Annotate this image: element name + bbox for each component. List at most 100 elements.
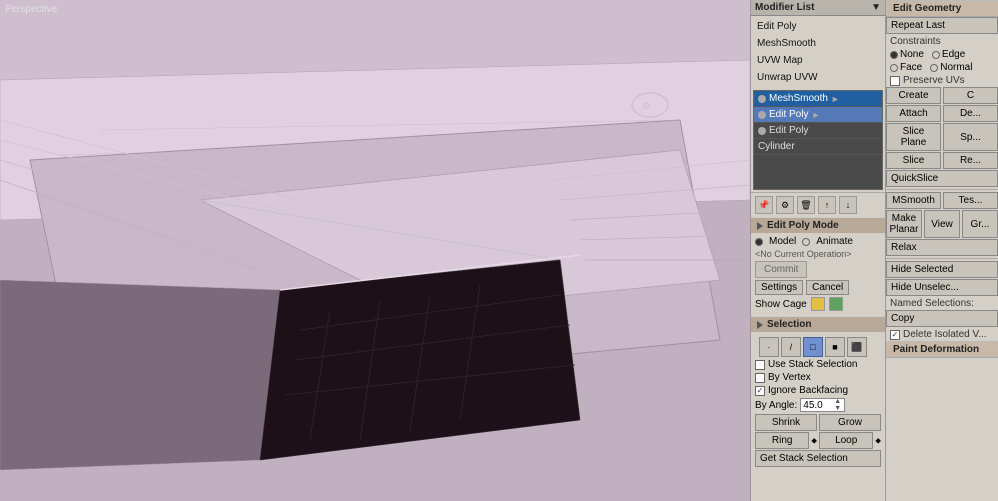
- div-1: [886, 189, 998, 190]
- pin-btn[interactable]: 📌: [755, 196, 773, 214]
- collapse-btn[interactable]: C: [943, 87, 998, 104]
- eg-title: Edit Geometry: [893, 3, 961, 14]
- element-sel-btn[interactable]: ⬛: [847, 337, 867, 357]
- settings-cancel-row: Settings Cancel: [755, 280, 881, 295]
- quick-edit-poly-label: Edit Poly: [757, 21, 796, 32]
- animate-radio[interactable]: [802, 238, 810, 246]
- none-constraint[interactable]: None: [890, 49, 924, 60]
- modifier-panel: Modifier List ▼ Edit Poly MeshSmooth UVW…: [750, 0, 885, 501]
- stack-edit-poly-1[interactable]: Edit Poly ►: [754, 107, 882, 123]
- by-angle-row: By Angle: 45.0 ▲ ▼: [755, 398, 881, 412]
- poly-sel-btn[interactable]: ■: [825, 337, 845, 357]
- normal-constraint[interactable]: Normal: [930, 62, 972, 73]
- make-planar-btn[interactable]: Make Planar: [886, 210, 922, 238]
- paint-deformation-header[interactable]: Paint Deformation: [886, 341, 998, 358]
- msmooth-tes-row: MSmooth Tes...: [886, 192, 998, 209]
- ring-btn[interactable]: Ring: [755, 432, 809, 449]
- quick-edit-poly[interactable]: Edit Poly: [753, 18, 883, 35]
- view-btn[interactable]: View: [924, 210, 960, 238]
- quick-access-list: Edit Poly MeshSmooth UVW Map Unwrap UVW: [751, 16, 885, 88]
- loop-btn[interactable]: Loop: [819, 432, 873, 449]
- slice-plane-btn[interactable]: Slice Plane: [886, 123, 941, 151]
- delete-btn[interactable]: 🗑: [797, 196, 815, 214]
- relax-btn[interactable]: Relax: [886, 239, 998, 256]
- edge-constraint[interactable]: Edge: [932, 49, 965, 60]
- move-down-btn[interactable]: ↓: [839, 196, 857, 214]
- reset-plane-btn[interactable]: Re...: [943, 152, 998, 169]
- move-up-btn[interactable]: ↑: [818, 196, 836, 214]
- stack-edit-poly-2[interactable]: Edit Poly: [754, 123, 882, 139]
- align-btn[interactable]: Gr...: [962, 210, 998, 238]
- edge-radio[interactable]: [932, 51, 940, 59]
- face-constraint[interactable]: Face: [890, 62, 922, 73]
- split-btn[interactable]: Sp...: [943, 123, 998, 151]
- edit-poly-mode-header[interactable]: Edit Poly Mode: [751, 217, 885, 233]
- angle-down[interactable]: ▼: [834, 405, 844, 412]
- stack-cylinder[interactable]: Cylinder: [754, 139, 882, 155]
- constraints-options-2: Face Normal: [886, 61, 998, 74]
- constraints-options: None Edge: [886, 48, 998, 61]
- create-btn[interactable]: Create: [886, 87, 941, 104]
- preserve-uvs-cb[interactable]: [890, 76, 900, 86]
- modifier-stack: MeshSmooth ► Edit Poly ► Edit Poly Cylin…: [753, 90, 883, 190]
- copy-btn[interactable]: Copy: [886, 310, 998, 327]
- operation-label: <No Current Operation>: [755, 249, 852, 259]
- named-sel-label: Named Selections:: [886, 297, 998, 310]
- face-label: Face: [900, 62, 922, 73]
- quickslice-btn[interactable]: QuickSlice: [886, 170, 998, 187]
- by-vertex-cb[interactable]: [755, 373, 765, 383]
- angle-spinner[interactable]: 45.0 ▲ ▼: [800, 398, 845, 412]
- cage-color-2[interactable]: [829, 297, 843, 311]
- commit-row: Commit: [755, 261, 881, 278]
- modifier-list-title: Modifier List: [755, 2, 814, 13]
- commit-btn[interactable]: Commit: [755, 261, 807, 278]
- none-radio[interactable]: [890, 51, 898, 59]
- edit-poly-mode-content: Model Animate <No Current Operation> Com…: [751, 233, 885, 316]
- preserve-uvs-row: Preserve UVs: [886, 74, 998, 87]
- cancel-btn[interactable]: Cancel: [806, 280, 849, 295]
- quick-uvw-map[interactable]: UVW Map: [753, 52, 883, 69]
- use-stack-cb[interactable]: [755, 360, 765, 370]
- ignore-bf-label: Ignore Backfacing: [768, 385, 848, 396]
- ignore-bf-cb[interactable]: [755, 386, 765, 396]
- msmooth-btn[interactable]: MSmooth: [886, 192, 941, 209]
- angle-up[interactable]: ▲: [834, 398, 844, 405]
- stack-eye-meshsmooth: [758, 95, 766, 103]
- detach-btn[interactable]: De...: [943, 105, 998, 122]
- slice-btn[interactable]: Slice: [886, 152, 941, 169]
- selection-title: Selection: [767, 319, 811, 330]
- edit-geometry-panel: Edit Geometry Repeat Last Constraints No…: [885, 0, 998, 501]
- settings-btn[interactable]: Settings: [755, 280, 803, 295]
- repeat-last-btn[interactable]: Repeat Last: [886, 17, 998, 34]
- get-stack-btn[interactable]: Get Stack Selection: [755, 450, 881, 467]
- model-radio[interactable]: [755, 238, 763, 246]
- stack-meshsmooth[interactable]: MeshSmooth ►: [754, 91, 882, 107]
- ignore-backfacing-row: Ignore Backfacing: [755, 385, 881, 396]
- selection-header[interactable]: Selection: [751, 316, 885, 332]
- quick-meshsmooth[interactable]: MeshSmooth: [753, 35, 883, 52]
- model-animate-row: Model Animate: [755, 236, 881, 247]
- vertex-sel-btn[interactable]: ·: [759, 337, 779, 357]
- animate-label: Animate: [816, 236, 853, 247]
- grow-btn[interactable]: Grow: [819, 414, 881, 431]
- edge-sel-btn[interactable]: /: [781, 337, 801, 357]
- hide-unsel-btn[interactable]: Hide Unselec...: [886, 279, 998, 296]
- shrink-btn[interactable]: Shrink: [755, 414, 817, 431]
- viewport[interactable]: ⊕ Perspective: [0, 0, 750, 501]
- modifier-list-header: Modifier List ▼: [751, 0, 885, 16]
- modifier-list-close[interactable]: ▼: [871, 2, 881, 13]
- angle-arrows[interactable]: ▲ ▼: [834, 398, 844, 412]
- angle-val: 45.0: [801, 400, 834, 411]
- border-sel-btn[interactable]: □: [803, 337, 823, 357]
- cage-color-1[interactable]: [811, 297, 825, 311]
- tessellate-btn[interactable]: Tes...: [943, 192, 998, 209]
- quick-unwrap-uvw[interactable]: Unwrap UVW: [753, 69, 883, 86]
- hide-selected-btn[interactable]: Hide Selected: [886, 261, 998, 278]
- config-btn[interactable]: ⚙: [776, 196, 794, 214]
- edge-label: Edge: [942, 49, 965, 60]
- edit-geometry-header[interactable]: Edit Geometry: [886, 0, 998, 17]
- attach-btn[interactable]: Attach: [886, 105, 941, 122]
- delete-iso-cb[interactable]: [890, 330, 900, 340]
- normal-radio[interactable]: [930, 64, 938, 72]
- face-radio[interactable]: [890, 64, 898, 72]
